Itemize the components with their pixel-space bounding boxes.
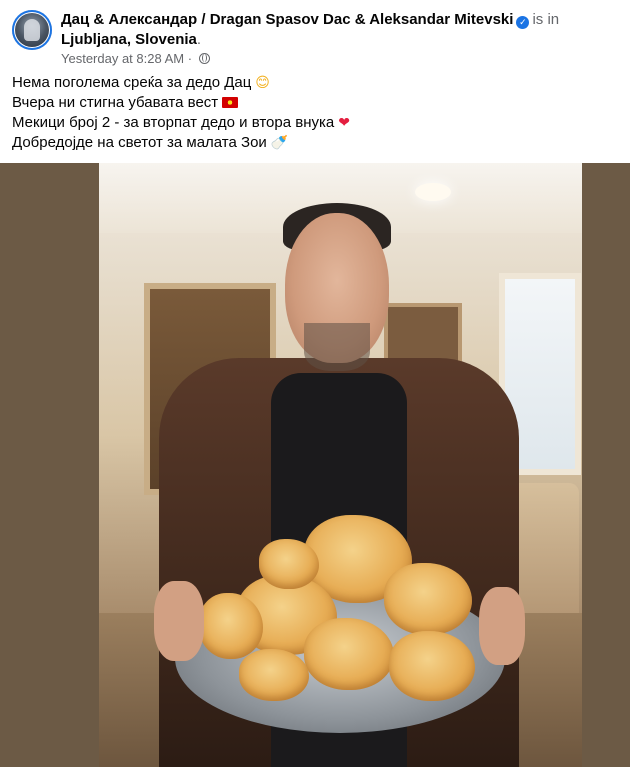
mekica-bread [389,631,475,701]
facebook-post: Дац & Александар / Dragan Spasov Dac & A… [0,0,630,767]
macedonia-flag-icon [222,97,239,108]
baby-bottle-icon: 🍼 [270,135,289,151]
ceiling-lamp [415,183,451,201]
author-avatar[interactable] [12,10,52,50]
globe-icon[interactable] [198,53,210,64]
person-left-hand [154,581,204,661]
post-media[interactable] [0,163,630,767]
post-meta: Yesterday at 8:28 AM · [61,51,210,67]
location-prefix: is in [532,11,560,28]
message-line: Мекици број 2 - за вторпат дедо и втора … [12,113,612,133]
message-line: Нема поголема среќа за дедо Дац 😊 [12,73,612,93]
smiling-face-icon: 😊 [255,75,270,91]
meta-separator: · [187,51,193,66]
post-photo[interactable] [99,163,582,767]
verified-badge-icon: ✓ [516,16,530,29]
mekica-bread [239,649,309,701]
message-text: Нема поголема среќа за дедо Дац [12,74,252,91]
message-text: Вчера ни стигна убавата вест [12,94,219,111]
avatar-figure-icon [24,19,40,41]
person-beard [304,323,370,371]
post-header: Дац & Александар / Dragan Spasov Dac & A… [12,8,622,68]
message-line: Добредојде на светот за малата Зои 🍼 [12,133,612,153]
mekica-bread [384,563,472,635]
mekica-bread [304,618,394,690]
author-name-link[interactable]: Дац & Александар / Dragan Spasov Dac & A… [61,11,513,28]
post-timestamp-link[interactable]: Yesterday at 8:28 AM [61,51,184,66]
person-right-hand [479,587,525,665]
location-link[interactable]: Ljubljana, Slovenia [61,31,197,48]
red-heart-icon: ❤ [338,115,350,131]
message-text: Добредојде на светот за малата Зои [12,134,267,151]
post-message: Нема поголема среќа за дедо Дац 😊 Вчера н… [12,73,612,153]
mekica-bread [259,539,319,589]
message-line: Вчера ни стигна убавата вест [12,93,612,113]
mekica-bread [199,593,263,659]
message-text: Мекици број 2 - за вторпат дедо и втора … [12,114,335,131]
post-header-text: Дац & Александар / Dragan Spasov Dac & A… [61,10,621,50]
location-suffix: . [196,31,202,48]
